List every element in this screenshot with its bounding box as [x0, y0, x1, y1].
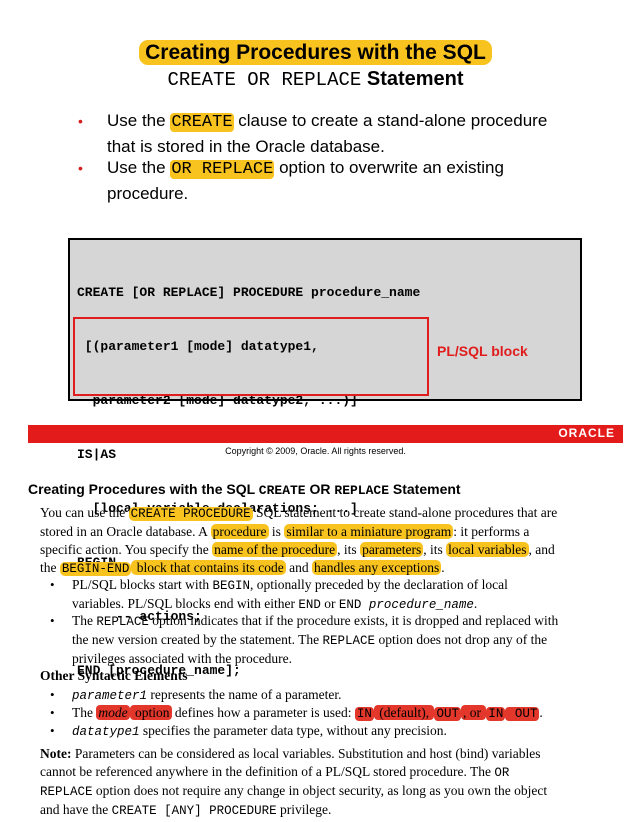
copyright-text: Copyright © 2009, Oracle. All rights res…	[225, 446, 406, 456]
slide-title-line1: Creating Procedures with the SQL	[0, 40, 631, 65]
oracle-logo: ORACLE	[558, 426, 615, 440]
notes-bullet-2: • The REPLACE option indicates that if t…	[50, 613, 559, 666]
other-element-1: • parameter1 represents the name of a pa…	[50, 687, 342, 703]
slide-bullet-2: • Use the OR REPLACE option to overwrite…	[78, 158, 504, 203]
code-line: CREATE [OR REPLACE] PROCEDURE procedure_…	[77, 285, 421, 300]
oracle-footer-bar: ORACLE	[28, 425, 623, 443]
plsql-block-label: PL/SQL block	[437, 343, 528, 359]
notes-paragraph-1: You can use the CREATE PROCEDURE SQL sta…	[40, 505, 558, 576]
other-element-2: • The mode option defines how a paramete…	[50, 705, 543, 721]
slide-bullet-1: • Use the CREATE clause to create a stan…	[78, 111, 548, 156]
notes-note: Note: Parameters can be considered as lo…	[40, 746, 548, 818]
slide-title-line2: CREATE OR REPLACE Statement	[167, 68, 464, 91]
plsql-block-outline	[73, 317, 429, 396]
other-element-3: • datatype1 specifies the parameter data…	[50, 723, 447, 739]
other-syntactic-heading: Other Syntactic Elements	[40, 668, 188, 683]
notes-heading: Creating Procedures with the SQL CREATE …	[28, 481, 461, 498]
notes-bullet-1: • PL/SQL blocks start with BEGIN, option…	[50, 577, 508, 612]
